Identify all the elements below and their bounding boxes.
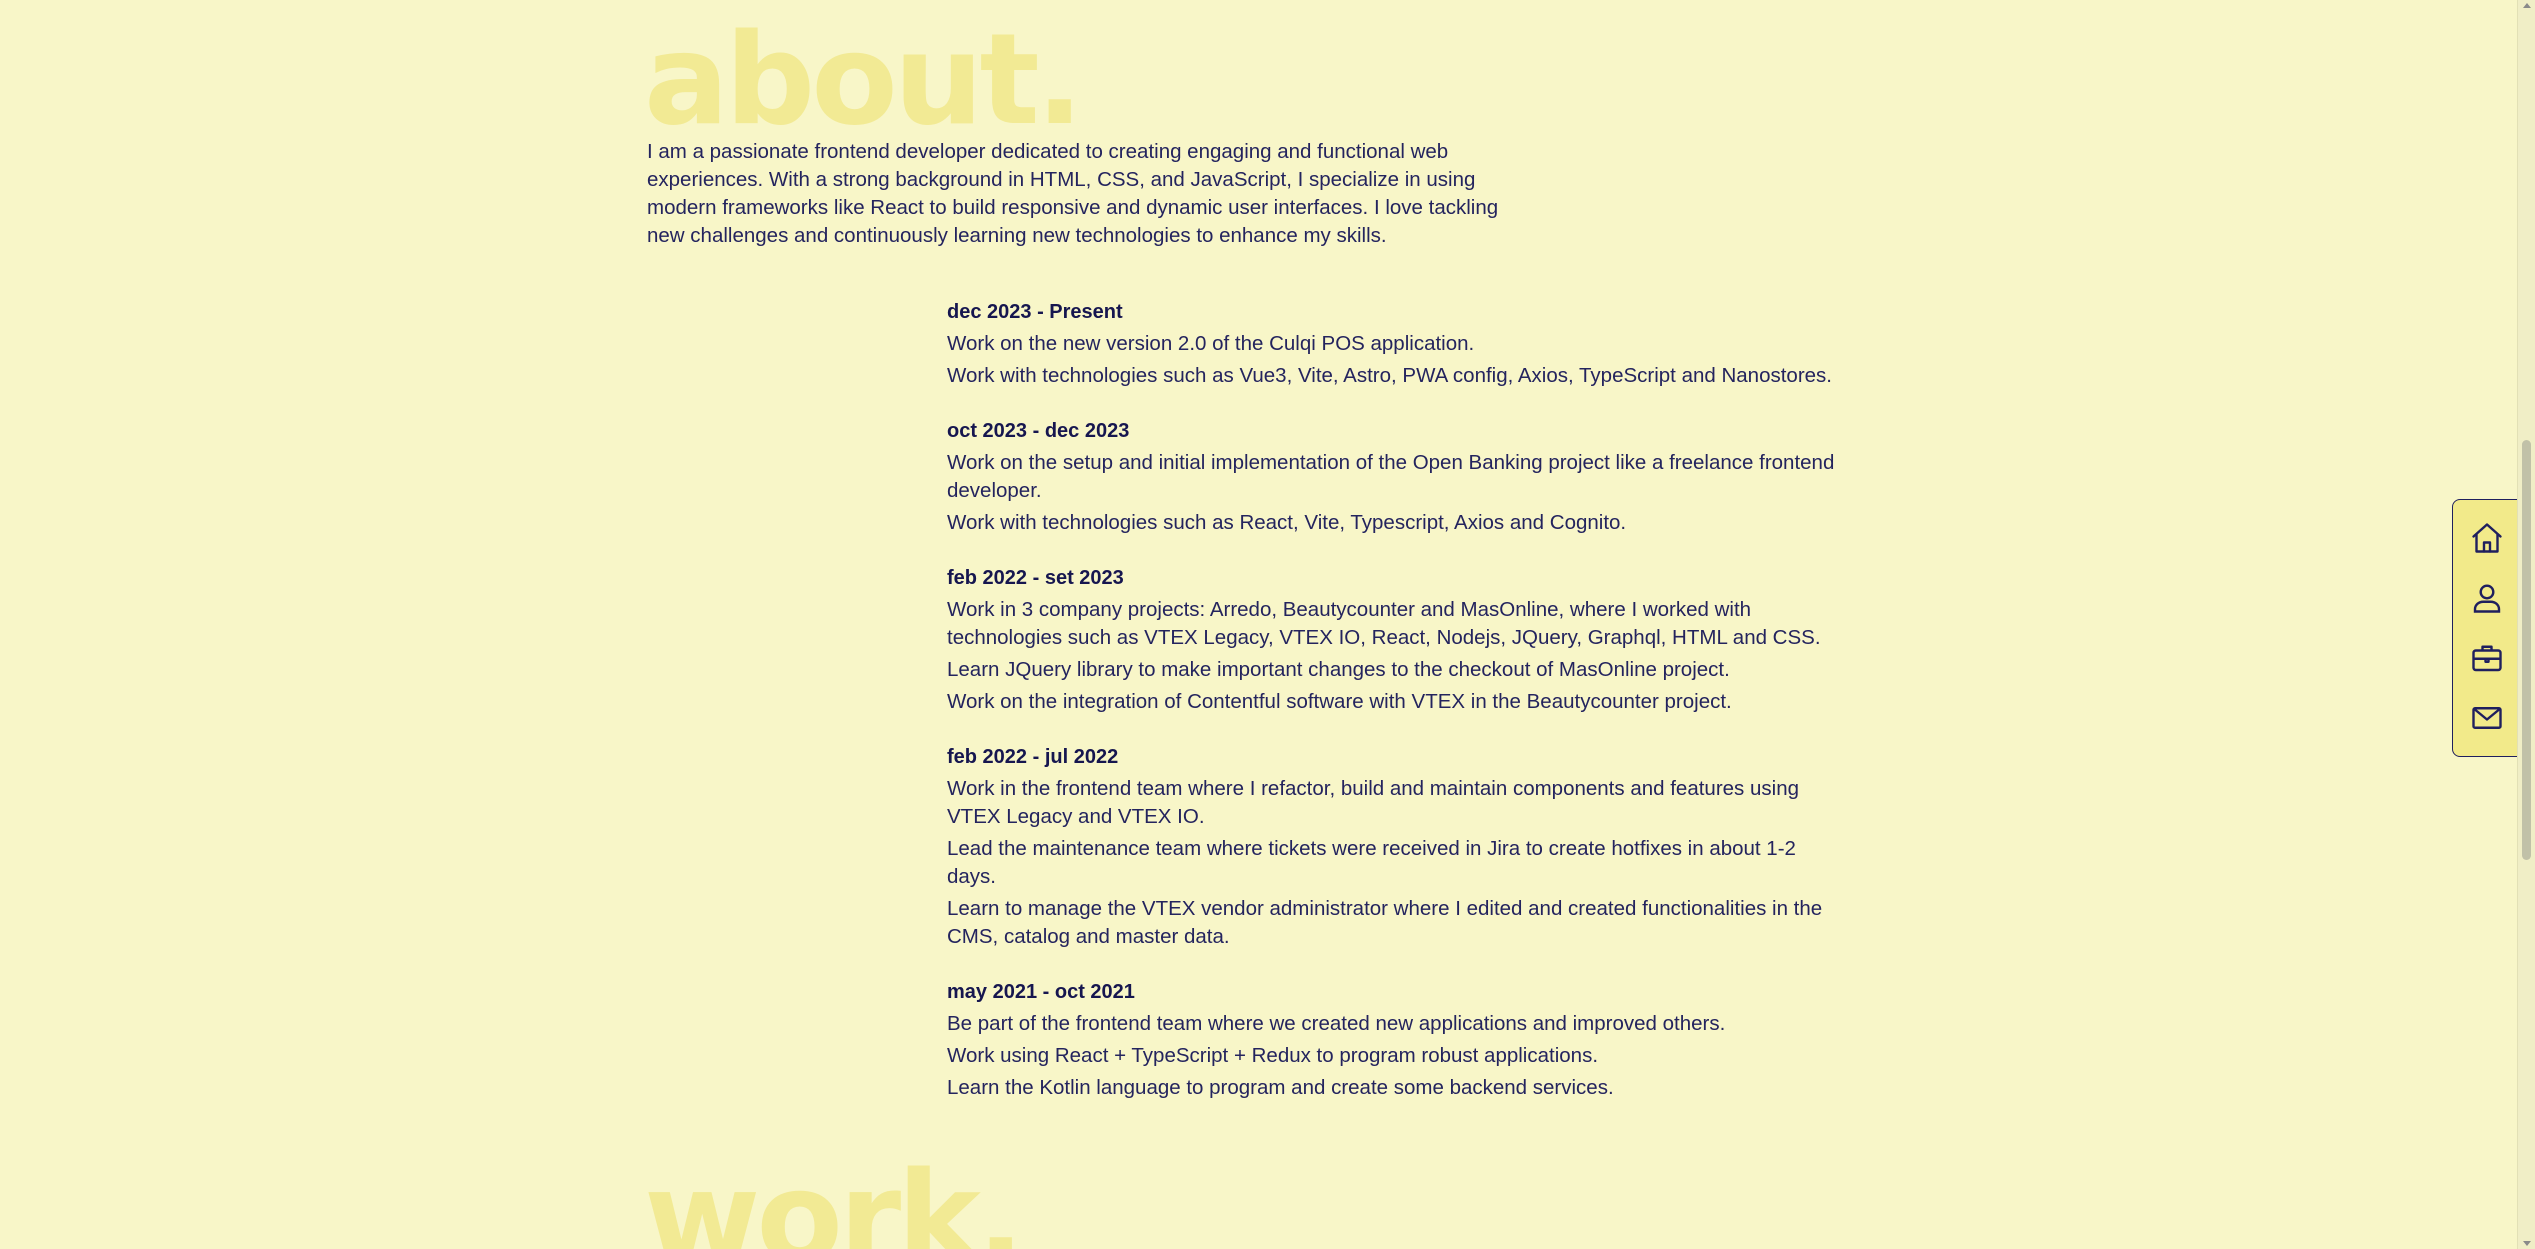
- experience-entry: may 2021 - oct 2021 Be part of the front…: [947, 978, 1847, 1102]
- scroll-down-icon[interactable]: [2523, 1241, 2531, 1246]
- experience-entry: dec 2023 - Present Work on the new versi…: [947, 298, 1847, 390]
- experience-item: Work using React + TypeScript + Redux to…: [947, 1044, 1599, 1067]
- experience-list: Work in 3 company projects: Arredo, Beau…: [947, 596, 1847, 716]
- nav-work-button[interactable]: [2462, 633, 2512, 683]
- experience-item: Learn to manage the VTEX vendor administ…: [947, 897, 1823, 948]
- experience-item: Work on the new version 2.0 of the Culqi…: [947, 332, 1475, 355]
- scrollbar-thumb[interactable]: [2522, 440, 2531, 860]
- nav-contact-button[interactable]: [2462, 693, 2512, 743]
- experience-item: Learn the Kotlin language to program and…: [947, 1076, 1614, 1099]
- experience-date: oct 2023 - dec 2023: [947, 420, 1130, 442]
- experience-entry: feb 2022 - jul 2022 Work in the frontend…: [947, 743, 1847, 951]
- experience-entry: oct 2023 - dec 2023 Work on the setup an…: [947, 417, 1847, 537]
- experience-entry: feb 2022 - set 2023 Work in 3 company pr…: [947, 564, 1847, 716]
- nav-home-button[interactable]: [2462, 513, 2512, 563]
- home-icon: [2472, 523, 2502, 553]
- experience-date: feb 2022 - set 2023: [947, 567, 1124, 589]
- page: about. I am a passionate frontend develo…: [0, 0, 2535, 1249]
- about-description: I am a passionate frontend developer ded…: [647, 140, 1499, 247]
- experience-date: may 2021 - oct 2021: [947, 981, 1135, 1003]
- about-heading: about.: [644, 6, 1084, 153]
- nav-about-button[interactable]: [2462, 573, 2512, 623]
- experience-item: Work in 3 company projects: Arredo, Beau…: [947, 598, 1821, 649]
- experience-item: Work in the frontend team where I refact…: [947, 777, 1800, 828]
- experience-date: dec 2023 - Present: [947, 301, 1123, 323]
- vertical-scrollbar[interactable]: [2517, 0, 2535, 1249]
- mail-icon: [2472, 707, 2502, 729]
- experience-item: Work with technologies such as Vue3, Vit…: [947, 364, 1832, 387]
- experience-item: Work on the setup and initial implementa…: [947, 451, 1835, 502]
- experience-timeline: dec 2023 - Present Work on the new versi…: [947, 298, 1847, 1129]
- experience-item: Lead the maintenance team where tickets …: [947, 837, 1796, 888]
- scroll-up-icon[interactable]: [2523, 3, 2531, 8]
- experience-item: Learn JQuery library to make important c…: [947, 658, 1730, 681]
- experience-list: Work on the new version 2.0 of the Culqi…: [947, 330, 1847, 390]
- user-icon: [2473, 584, 2501, 613]
- work-heading: work.: [644, 1144, 1025, 1249]
- experience-date: feb 2022 - jul 2022: [947, 746, 1119, 768]
- experience-list: Work in the frontend team where I refact…: [947, 775, 1847, 951]
- experience-item: Work with technologies such as React, Vi…: [947, 511, 1627, 534]
- experience-list: Be part of the frontend team where we cr…: [947, 1010, 1847, 1102]
- experience-list: Work on the setup and initial implementa…: [947, 449, 1847, 537]
- experience-item: Be part of the frontend team where we cr…: [947, 1012, 1726, 1035]
- experience-item: Work on the integration of Contentful so…: [947, 690, 1732, 713]
- side-nav-dock: [2452, 499, 2522, 757]
- briefcase-icon: [2472, 645, 2502, 672]
